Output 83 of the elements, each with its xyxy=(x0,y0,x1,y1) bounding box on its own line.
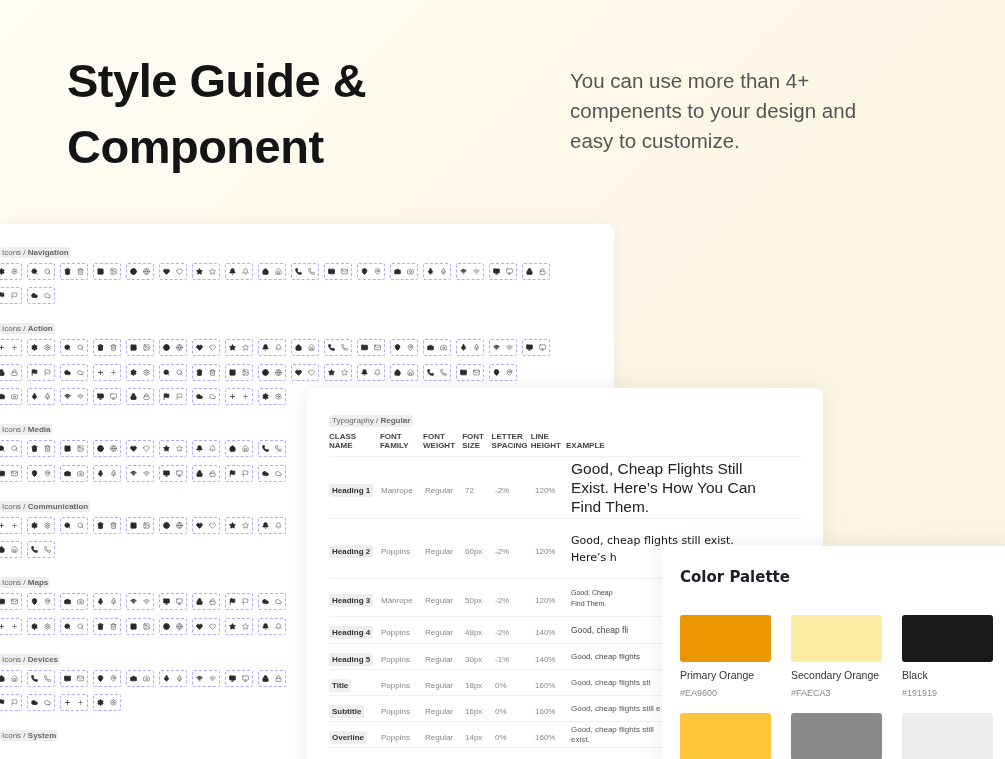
class-name-tag: Heading 3 xyxy=(329,593,374,607)
table-cell: 18px xyxy=(465,680,483,690)
column-header: FONT FAMILY xyxy=(379,432,410,450)
table-cell: Manrope xyxy=(381,485,413,495)
class-name-tag: Title xyxy=(329,678,352,692)
table-cell: 16px xyxy=(465,706,483,716)
hex-code: #EA9600 xyxy=(680,687,719,701)
section-label: Icons / Media xyxy=(0,424,53,435)
table-cell: 14px xyxy=(465,732,483,742)
table-cell: 140% xyxy=(535,628,556,637)
hex-code: #191919 xyxy=(902,687,939,701)
panel-title: Color Palette xyxy=(680,567,791,588)
table-cell: Regular xyxy=(425,485,453,495)
table-cell: Poppins xyxy=(381,732,410,742)
table-cell: Poppins xyxy=(381,706,410,716)
table-cell: Regular xyxy=(425,680,453,690)
table-cell: -2% xyxy=(495,485,510,495)
table-cell: Regular xyxy=(425,628,453,637)
table-cell: 140% xyxy=(535,654,556,664)
table-cell: Poppins xyxy=(381,628,410,637)
column-header: LINE HEIGHT xyxy=(530,432,562,450)
table-cell: -1% xyxy=(495,654,510,664)
section-label: Icons / Communication xyxy=(0,500,91,512)
table-cell: -2% xyxy=(495,595,510,605)
table-cell: 120% xyxy=(535,546,556,556)
example-text: Find Them. xyxy=(571,497,650,516)
table-cell: 60px xyxy=(465,546,483,556)
table-cell: -2% xyxy=(495,546,510,556)
table-cell: 120% xyxy=(535,485,556,495)
hex-code: #FAECA3 xyxy=(791,687,832,701)
class-name-tag: Heading 4 xyxy=(329,626,374,639)
table-cell: Poppins xyxy=(381,654,410,664)
column-header: FONT WEIGHT xyxy=(423,432,456,450)
table-cell: 0% xyxy=(495,706,507,716)
section-label: Icons / Devices xyxy=(0,653,61,665)
table-cell: 160% xyxy=(535,706,556,716)
table-cell: -2% xyxy=(495,628,510,637)
example-text: Good, Cheap Flights Still xyxy=(571,459,743,478)
headline: Style Guide & xyxy=(67,53,367,109)
table-cell: 72 xyxy=(465,485,474,495)
table-cell: 160% xyxy=(535,680,556,690)
table-cell: 120% xyxy=(535,595,556,605)
table-cell: Regular xyxy=(425,654,453,664)
table-cell: Regular xyxy=(425,706,453,716)
example-text: Good, cheap flights still exist. xyxy=(571,532,734,549)
column-header: EXAMPLE xyxy=(566,441,606,450)
table-cell: 0% xyxy=(495,680,507,690)
example-text: Good, cheap fli xyxy=(571,623,629,637)
headline: Component xyxy=(67,119,325,175)
table-cell: Poppins xyxy=(381,546,410,556)
section-label: Typography / Regular xyxy=(329,414,414,427)
class-name-tag: Subtitle xyxy=(329,704,365,718)
table-cell: 48px xyxy=(465,628,483,637)
color-name: Black xyxy=(902,667,929,683)
column-header: LETTER SPACING xyxy=(491,432,529,450)
table-cell: Manrope xyxy=(381,595,413,605)
table-cell: 160% xyxy=(535,732,556,742)
table-cell: 30px xyxy=(465,654,483,664)
section-label: Icons / Maps xyxy=(0,577,51,588)
column-header: FONT SIZE xyxy=(462,432,485,450)
column-header: CLASS NAME xyxy=(329,432,358,450)
section-label: Icons / Action xyxy=(0,323,55,334)
table-cell: 50px xyxy=(465,595,483,605)
class-name-tag: Heading 1 xyxy=(329,483,374,497)
color-name: Secondary Orange xyxy=(791,667,881,683)
example-text: Here’s h xyxy=(571,549,617,566)
example-text: Good, cheap flights xyxy=(571,650,640,663)
section-label: Icons / System xyxy=(0,730,59,741)
description: You can use more than 4+ compenents to your design and easy to customize. xyxy=(570,68,858,154)
table-cell: Regular xyxy=(425,595,453,605)
table-cell: Regular xyxy=(425,546,453,556)
table-cell: 0% xyxy=(495,732,507,742)
table-cell: Poppins xyxy=(381,680,410,690)
class-name-tag: Heading 5 xyxy=(329,652,374,666)
color-name: Primary Orange xyxy=(680,667,756,683)
example-text: Good, cheap flights sti xyxy=(571,677,651,688)
class-name-tag: Heading 2 xyxy=(329,544,374,558)
table-cell: Regular xyxy=(425,732,453,742)
example-text: Exist. Here’s How You Can xyxy=(571,478,756,497)
example-text: Good, cheap flights still e xyxy=(571,703,661,714)
class-name-tag: Overline xyxy=(329,730,367,744)
example-text: Good, cheap flights still exist. xyxy=(571,724,655,745)
section-label: Icons / Navigation xyxy=(0,246,71,258)
